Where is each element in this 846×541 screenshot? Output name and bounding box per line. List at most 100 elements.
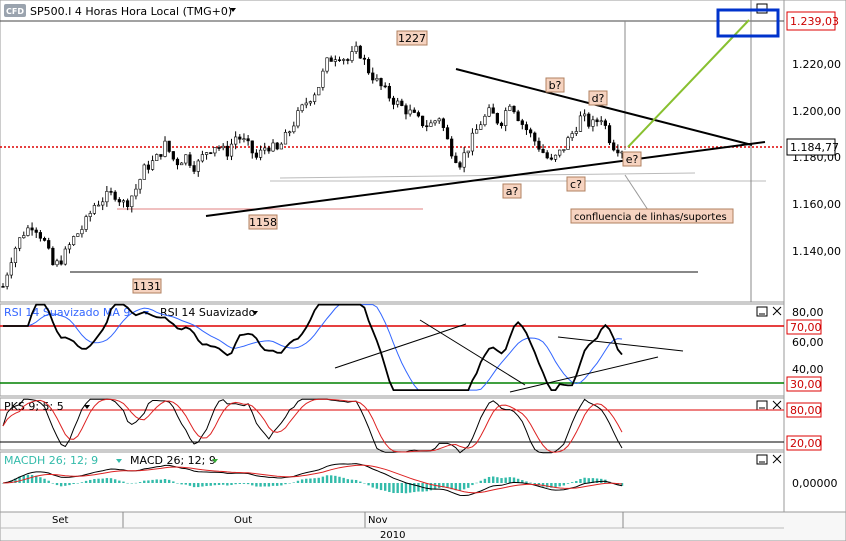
rsi-tick: 30,00 — [790, 378, 822, 391]
candle-body — [59, 260, 63, 265]
candle-body — [512, 105, 516, 113]
candle-body — [18, 237, 22, 249]
candle-body — [5, 274, 9, 287]
macd-hist-bar — [487, 476, 491, 483]
macd-hist-bar — [238, 483, 241, 484]
macd-hist-bar — [471, 483, 474, 486]
macdh-label[interactable]: MACDH 26; 12; 9 — [4, 454, 98, 467]
macd-hist-bar — [292, 482, 296, 483]
candle-body — [387, 85, 391, 99]
price-tick: 1.140,00 — [792, 245, 841, 258]
macd-hist-bar — [579, 478, 582, 483]
macd-hist-bar — [59, 483, 63, 487]
macd-hist-bar — [234, 483, 237, 485]
candle-body — [474, 129, 479, 134]
candle-body — [101, 201, 105, 206]
candle-body — [134, 188, 138, 197]
candle-body — [574, 131, 578, 134]
candle-body — [491, 107, 495, 114]
candle-body — [425, 125, 429, 128]
candle-body — [445, 127, 450, 140]
candle-body — [346, 59, 350, 61]
svg-text:c?: c? — [570, 178, 582, 191]
candle-body — [296, 110, 300, 127]
macd-hist-bar — [230, 483, 233, 486]
svg-text:confluencia de linhas/suportes: confluencia de linhas/suportes — [574, 212, 727, 223]
candle-body — [562, 149, 566, 151]
candle-body — [516, 111, 520, 122]
macd-hist-bar — [367, 483, 370, 486]
candle-body — [221, 145, 225, 149]
macd-hist-bar — [259, 483, 262, 487]
candle-body — [462, 152, 466, 168]
candle-body — [250, 140, 254, 154]
candle-body — [209, 152, 213, 154]
macd-hist-bar — [417, 483, 420, 492]
macd-hist-bar — [500, 478, 503, 483]
svg-text:1158: 1158 — [249, 216, 277, 229]
candle-body — [504, 110, 508, 126]
macd-hist-bar — [392, 483, 395, 494]
label-d: d? — [588, 90, 608, 106]
candle-body — [92, 205, 96, 214]
candle-body — [229, 143, 234, 157]
high-price-text: 1.239,03 — [790, 15, 839, 28]
macd-hist-bar — [80, 482, 84, 483]
macd-hist-bar — [255, 483, 258, 487]
candle-body — [30, 227, 34, 231]
candle-body — [38, 232, 42, 239]
pks-tick: 80,00 — [790, 404, 822, 417]
chart-root: CFD SP500.I 4 Horas Hora Local (TMG+0) 1… — [0, 0, 846, 541]
macd-hist-bar — [43, 478, 46, 483]
candle-body — [254, 152, 259, 158]
candle-body — [607, 125, 612, 144]
macd-hist-bar — [587, 478, 590, 483]
candle-body — [366, 59, 371, 74]
candle-body — [578, 115, 583, 132]
macd-hist-bar — [525, 481, 528, 483]
macd-hist-bar — [176, 483, 179, 484]
macd-hist-bar — [371, 483, 374, 488]
candle-body — [175, 158, 180, 166]
month-label: Out — [234, 515, 252, 526]
macd-hist-bar — [122, 481, 125, 483]
macd-hist-bar — [583, 477, 586, 483]
candle-body — [524, 124, 529, 131]
candle-body — [458, 162, 462, 168]
macd-hist-bar — [101, 478, 104, 483]
candle-body — [545, 152, 549, 159]
candle-body — [495, 113, 499, 124]
candle-body — [180, 162, 184, 166]
macd-hist-bar — [384, 483, 387, 491]
chart-title[interactable]: SP500.I 4 Horas Hora Local (TMG+0) — [30, 5, 232, 18]
macd-hist-bar — [113, 479, 117, 483]
candle-body — [192, 165, 196, 172]
candle-body — [337, 59, 342, 62]
macd-hist-bar — [159, 479, 163, 483]
pks-label[interactable]: PKS 9; 5; 5 — [4, 400, 64, 413]
svg-text:b?: b? — [549, 79, 562, 92]
candle-body — [603, 120, 607, 126]
macd-hist-bar — [562, 483, 566, 486]
candle-body — [63, 248, 67, 265]
macd-hist-bar — [76, 483, 79, 484]
macd-hist-bar — [51, 483, 55, 484]
macd-hist-bar — [483, 478, 487, 483]
candle-body — [184, 154, 188, 164]
candle-body — [408, 109, 412, 115]
macd-hist-bar — [462, 483, 466, 490]
macd-hist-bar — [305, 478, 308, 483]
candle-body — [42, 237, 47, 241]
macd-hist-bar — [55, 483, 59, 486]
candle-body — [300, 104, 304, 111]
candle-body — [454, 155, 458, 163]
macd-hist-bar — [267, 483, 271, 487]
candle-body — [51, 247, 55, 266]
candle-body — [396, 100, 400, 105]
macd-hist-bar — [354, 479, 358, 483]
macd-hist-bar — [172, 481, 175, 483]
macd-hist-bar — [147, 480, 150, 483]
macd-hist-bar — [68, 483, 71, 486]
macd-label[interactable]: MACD 26; 12; 9 — [130, 454, 216, 467]
label-c: c? — [566, 176, 586, 192]
